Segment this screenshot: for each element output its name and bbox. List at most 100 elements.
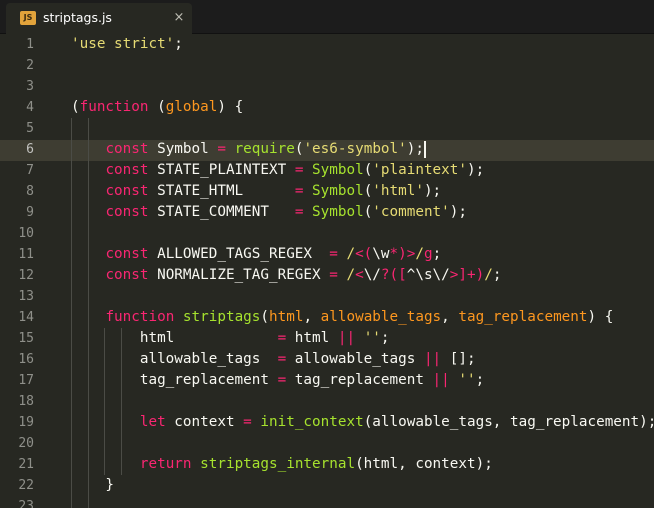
code-line: } (71, 475, 114, 496)
code-line: let context = init_context(allowable_tag… (71, 412, 654, 433)
tab-title: striptags.js (43, 10, 112, 25)
code-token: *)> (389, 246, 416, 262)
code-token: || (432, 372, 450, 388)
code-token: STATE_COMMENT (148, 204, 295, 220)
text-cursor (424, 141, 426, 158)
code-token: striptags_internal (200, 456, 356, 472)
code-token: } (71, 477, 115, 493)
line-number: 22 (18, 478, 34, 493)
code-token: const (105, 162, 149, 178)
code-token: ( (71, 99, 80, 115)
line-number: 16 (18, 352, 34, 367)
code-token: ?([ (380, 267, 407, 283)
code-token: NORMALIZE_TAG_REGEX (148, 267, 330, 283)
vertical-scrollbar[interactable] (647, 34, 654, 508)
code-token: / (415, 246, 424, 262)
code-token: STATE_HTML (148, 183, 295, 199)
code-token: ; (432, 246, 442, 262)
line-number: 13 (18, 289, 34, 304)
code-token: ); (466, 162, 485, 178)
code-token: let (139, 414, 166, 430)
code-token: , (441, 309, 459, 325)
code-token: html (286, 330, 338, 346)
line-number: 3 (26, 79, 34, 94)
code-token: ); (449, 204, 467, 220)
line-number: 8 (26, 184, 34, 199)
line-number: 12 (18, 268, 34, 283)
code-token: STATE_PLAINTEXT (148, 162, 295, 178)
close-icon[interactable]: × (171, 9, 187, 27)
code-token: (allowable_tags, tag_replacement); (363, 414, 654, 430)
code-token: ; (475, 372, 485, 388)
code-line: tag_replacement = tag_replacement || ''; (71, 370, 484, 391)
line-number: 14 (18, 310, 34, 325)
code-token: ALLOWED_TAGS_REGEX (148, 246, 330, 262)
code-token: tag_replacement (286, 372, 433, 388)
code-token: ); (406, 141, 424, 157)
line-number: 6 (26, 142, 34, 157)
line-number: 20 (18, 436, 34, 451)
code-token: || (337, 330, 356, 346)
code-token: function (79, 99, 149, 115)
code-token: 'comment' (372, 204, 450, 220)
code-token: html (71, 330, 278, 346)
tab-striptags-js[interactable]: JS striptags.js × (6, 3, 192, 34)
code-token: Symbol (148, 141, 218, 157)
code-token: ( (363, 204, 373, 220)
code-token: = (243, 414, 252, 430)
code-token: 'use strict' (71, 36, 175, 52)
code-token: ); (423, 183, 442, 199)
code-token: || (423, 351, 442, 367)
code-token: []; (441, 351, 476, 367)
code-token: allowable_tags (320, 309, 442, 325)
line-number: 11 (18, 247, 34, 262)
code-token: = (277, 351, 287, 367)
code-token: tag_replacement (71, 372, 278, 388)
code-token: html (269, 309, 304, 325)
code-token: = (329, 267, 338, 283)
code-token: < (355, 267, 364, 283)
line-number: 4 (26, 100, 34, 115)
code-token: g (423, 246, 433, 262)
javascript-file-icon: JS (20, 11, 36, 25)
line-number: 9 (26, 205, 34, 220)
code-token: init_context (260, 414, 364, 430)
line-number: 21 (18, 457, 34, 472)
code-line: const NORMALIZE_TAG_REGEX = /<\/?([^\s\/… (71, 265, 501, 286)
line-number: 5 (26, 121, 34, 136)
code-token: \w (372, 246, 390, 262)
code-token: ( (148, 99, 166, 115)
code-line: const STATE_HTML = Symbol('html'); (71, 181, 441, 202)
code-token: >]+) (449, 267, 485, 283)
code-token: 'plaintext' (372, 162, 467, 178)
code-token: = (277, 330, 287, 346)
code-token: / (337, 246, 356, 262)
code-token: 'html' (372, 183, 424, 199)
code-token: , (303, 309, 321, 325)
code-token: '' (363, 330, 381, 346)
code-token: const (105, 141, 149, 157)
code-token: function (105, 309, 175, 325)
code-token: ; (492, 267, 502, 283)
code-token: Symbol (312, 183, 364, 199)
code-token: = (329, 246, 338, 262)
code-token: ; (380, 330, 390, 346)
line-number: 2 (26, 58, 34, 73)
code-line: html = html || ''; (71, 328, 390, 349)
code-token: ( (260, 309, 269, 325)
code-token: allowable_tags (286, 351, 424, 367)
code-token: = (217, 141, 226, 157)
code-token: '' (458, 372, 476, 388)
code-line: const Symbol = require('es6-symbol'); (71, 139, 424, 160)
